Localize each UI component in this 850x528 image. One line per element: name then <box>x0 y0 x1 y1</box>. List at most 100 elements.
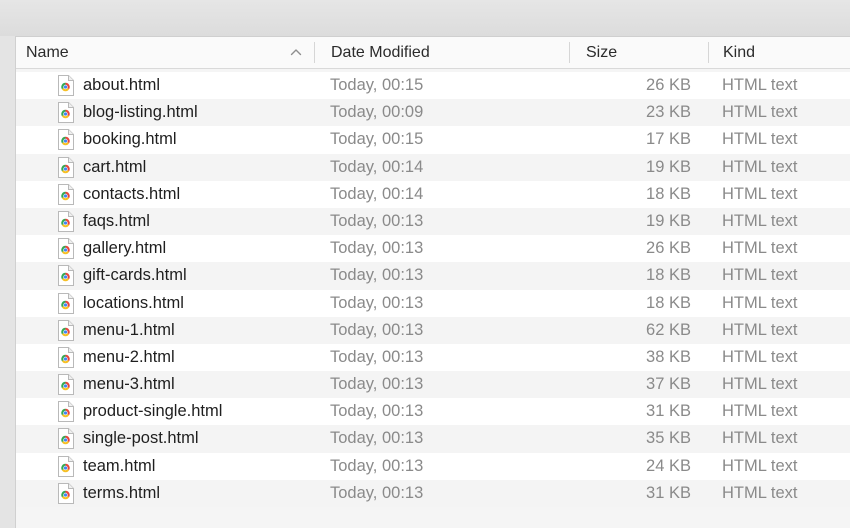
html-file-icon <box>58 183 74 205</box>
file-row[interactable]: cart.html Today, 00:14 19 KB HTML text <box>16 153 850 181</box>
file-date-modified: Today, 00:13 <box>330 239 424 258</box>
html-file-icon <box>58 75 74 96</box>
file-size: 19 KB <box>646 157 691 176</box>
file-date-modified: Today, 00:13 <box>330 375 424 394</box>
file-row[interactable]: booking.html Today, 00:15 17 KB HTML tex… <box>16 126 850 154</box>
file-date-modified: Today, 00:09 <box>330 103 424 122</box>
file-date-modified: Today, 00:13 <box>330 347 424 366</box>
file-kind: HTML text <box>722 266 798 285</box>
file-kind: HTML text <box>722 76 798 94</box>
file-kind: HTML text <box>722 402 798 421</box>
file-kind: HTML text <box>722 157 798 176</box>
column-header-name-label: Name <box>26 43 69 61</box>
file-name: cart.html <box>83 157 147 176</box>
file-row[interactable]: gallery.html Today, 00:13 26 KB HTML tex… <box>16 235 850 263</box>
file-name: gallery.html <box>83 239 167 258</box>
file-date-modified: Today, 00:13 <box>330 429 424 448</box>
file-row[interactable]: menu-2.html Today, 00:13 38 KB HTML text <box>16 343 850 372</box>
file-row[interactable]: menu-3.html Today, 00:13 37 KB HTML text <box>16 371 850 399</box>
file-kind: HTML text <box>722 483 798 502</box>
html-file-icon <box>58 401 74 423</box>
file-name: blog-listing.html <box>83 103 198 122</box>
file-date-modified: Today, 00:13 <box>330 320 424 339</box>
html-file-icon <box>58 428 74 450</box>
file-name: menu-1.html <box>83 320 175 339</box>
file-name: contacts.html <box>83 184 181 203</box>
sidebar-edge <box>0 36 16 528</box>
file-name: terms.html <box>83 483 161 502</box>
file-row[interactable]: about.html Today, 00:15 26 KB HTML text <box>16 72 850 100</box>
file-date-modified: Today, 00:13 <box>330 483 424 502</box>
column-header-date-modified[interactable]: Date Modified <box>314 37 569 68</box>
file-size: 38 KB <box>646 347 691 366</box>
html-file-icon <box>58 346 74 368</box>
column-header-kind[interactable]: Kind <box>708 37 850 68</box>
file-row[interactable]: gift-cards.html Today, 00:13 18 KB HTML … <box>16 262 850 290</box>
file-kind: HTML text <box>722 130 798 149</box>
file-date-modified: Today, 00:13 <box>330 211 424 230</box>
file-kind: HTML text <box>722 429 798 448</box>
file-size: 17 KB <box>646 130 691 149</box>
column-header-bar: Name Date Modified Size Kind <box>16 37 850 69</box>
file-row[interactable]: menu-1.html Today, 00:13 62 KB HTML text <box>16 316 850 344</box>
file-size: 35 KB <box>646 429 691 448</box>
file-date-modified: Today, 00:13 <box>330 402 424 421</box>
html-file-icon <box>58 319 74 341</box>
column-header-name[interactable]: Name <box>16 37 314 68</box>
file-name: single-post.html <box>83 429 199 448</box>
file-rows: about.html Today, 00:15 26 KB HTML text … <box>16 72 850 507</box>
file-name: about.html <box>83 76 161 94</box>
chevron-up-icon[interactable] <box>290 46 302 58</box>
file-kind: HTML text <box>722 211 798 230</box>
file-date-modified: Today, 00:13 <box>330 266 424 285</box>
html-file-icon <box>58 265 74 287</box>
file-name: gift-cards.html <box>83 266 187 285</box>
file-list-view: Name Date Modified Size Kind about.html … <box>16 36 850 528</box>
file-row[interactable]: locations.html Today, 00:13 18 KB HTML t… <box>16 289 850 317</box>
file-size: 18 KB <box>646 266 691 285</box>
file-row[interactable]: blog-listing.html Today, 00:09 23 KB HTM… <box>16 99 850 127</box>
file-date-modified: Today, 00:14 <box>330 184 424 203</box>
file-size: 31 KB <box>646 402 691 421</box>
html-file-icon <box>58 374 74 396</box>
file-size: 62 KB <box>646 320 691 339</box>
file-row[interactable]: faqs.html Today, 00:13 19 KB HTML text <box>16 207 850 236</box>
file-date-modified: Today, 00:13 <box>330 293 424 312</box>
file-size: 18 KB <box>646 184 691 203</box>
html-file-icon <box>58 210 74 232</box>
html-file-icon <box>58 482 74 504</box>
file-row[interactable]: single-post.html Today, 00:13 35 KB HTML… <box>16 425 850 453</box>
file-date-modified: Today, 00:14 <box>330 157 424 176</box>
file-kind: HTML text <box>722 347 798 366</box>
file-kind: HTML text <box>722 239 798 258</box>
file-name: team.html <box>83 456 156 475</box>
file-size: 24 KB <box>646 456 691 475</box>
file-kind: HTML text <box>722 184 798 203</box>
window-titlebar <box>0 0 850 36</box>
file-name: menu-2.html <box>83 347 175 366</box>
file-name: locations.html <box>83 293 184 312</box>
file-name: menu-3.html <box>83 375 175 394</box>
file-size: 31 KB <box>646 483 691 502</box>
file-date-modified: Today, 00:15 <box>330 130 424 149</box>
file-row[interactable]: terms.html Today, 00:13 31 KB HTML text <box>16 479 850 507</box>
file-kind: HTML text <box>722 456 798 475</box>
html-file-icon <box>58 129 74 151</box>
column-header-kind-label: Kind <box>723 43 756 61</box>
file-name: product-single.html <box>83 402 223 421</box>
file-row[interactable]: contacts.html Today, 00:14 18 KB HTML te… <box>16 180 850 208</box>
html-file-icon <box>58 238 74 260</box>
file-size: 26 KB <box>646 76 691 94</box>
html-file-icon <box>58 102 74 124</box>
file-date-modified: Today, 00:15 <box>330 76 424 94</box>
file-name: faqs.html <box>83 211 150 230</box>
file-kind: HTML text <box>722 375 798 394</box>
file-row[interactable]: product-single.html Today, 00:13 31 KB H… <box>16 398 850 426</box>
file-size: 18 KB <box>646 293 691 312</box>
column-header-size[interactable]: Size <box>569 37 708 68</box>
file-name: booking.html <box>83 130 177 149</box>
column-header-date-label: Date Modified <box>331 43 430 61</box>
file-kind: HTML text <box>722 293 798 312</box>
file-kind: HTML text <box>722 103 798 122</box>
file-row[interactable]: team.html Today, 00:13 24 KB HTML text <box>16 452 850 480</box>
